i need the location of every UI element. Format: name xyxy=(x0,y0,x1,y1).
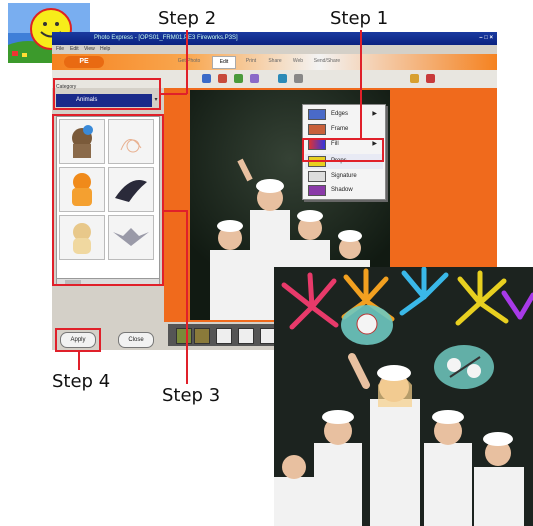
menu-item-edges[interactable]: Edges ▶ xyxy=(305,107,383,122)
frame-icon xyxy=(308,124,326,135)
toolbar-icon-1[interactable] xyxy=(202,74,211,83)
menu-item-signature-label: Signature xyxy=(331,173,357,179)
step-1-label: Step 1 xyxy=(330,8,389,29)
toolbar-icon-2[interactable] xyxy=(218,74,227,83)
toolbar-icon-7[interactable] xyxy=(410,74,419,83)
brand-logo: PE xyxy=(64,56,104,68)
step-1-highlight xyxy=(302,138,384,162)
filmstrip-item[interactable] xyxy=(194,328,210,344)
result-photo xyxy=(274,267,533,526)
window-controls[interactable]: – □ × xyxy=(479,32,493,45)
step-1-connector xyxy=(360,30,362,138)
filmstrip-item[interactable] xyxy=(238,328,254,344)
tab-print[interactable]: Print xyxy=(240,57,262,66)
tab-edit[interactable]: Edit xyxy=(212,56,236,69)
menu-help[interactable]: Help xyxy=(100,45,110,54)
menu-edit[interactable]: Edit xyxy=(70,45,79,54)
menu-item-shadow[interactable]: Shadow xyxy=(305,183,383,198)
menu-view[interactable]: View xyxy=(84,45,95,54)
step-2-highlight xyxy=(53,78,161,110)
menu-item-frame-label: Frame xyxy=(331,126,349,132)
menu-bar: File Edit View Help xyxy=(52,45,497,54)
filmstrip-item[interactable] xyxy=(176,328,192,344)
tab-share[interactable]: Share xyxy=(264,57,286,66)
tab-send-share[interactable]: Send/Share xyxy=(310,57,344,66)
step-2-label: Step 2 xyxy=(158,8,217,29)
toolbar-icon-5[interactable] xyxy=(278,74,287,83)
step-4-connector xyxy=(78,352,80,370)
menu-item-frame[interactable]: Frame xyxy=(305,122,383,137)
title-bar: Photo Express - [OPS01_FRM01.PE3 Firewor… xyxy=(52,32,497,45)
step-4-highlight xyxy=(55,328,101,352)
step-3-highlight xyxy=(52,114,164,286)
toolbar-icon-6[interactable] xyxy=(294,74,303,83)
menu-file[interactable]: File xyxy=(56,45,64,54)
toolbar-icon-8[interactable] xyxy=(426,74,435,83)
filmstrip-item[interactable] xyxy=(216,328,232,344)
chevron-right-icon: ▶ xyxy=(372,111,377,117)
step-2-connector xyxy=(186,30,188,94)
shadow-icon xyxy=(308,185,326,196)
close-button[interactable]: Close xyxy=(118,332,154,348)
step-3-connector xyxy=(164,210,186,212)
toolbar-icon-4[interactable] xyxy=(250,74,259,83)
menu-item-signature[interactable]: Signature xyxy=(305,169,383,184)
edges-icon xyxy=(308,109,326,120)
step-2-connector xyxy=(161,93,187,95)
menu-item-edges-label: Edges xyxy=(331,111,349,117)
step-3-connector xyxy=(186,210,188,384)
tab-web[interactable]: Web xyxy=(288,57,308,66)
toolbar-icon-3[interactable] xyxy=(234,74,243,83)
step-4-label: Step 4 xyxy=(52,371,111,392)
window-title: Photo Express - [OPS01_FRM01.PE3 Firewor… xyxy=(94,35,238,41)
menu-item-shadow-label: Shadow xyxy=(331,187,353,193)
tab-get-photo[interactable]: Get Photo xyxy=(172,57,206,66)
signature-icon xyxy=(308,171,326,182)
step-3-label: Step 3 xyxy=(162,385,221,406)
